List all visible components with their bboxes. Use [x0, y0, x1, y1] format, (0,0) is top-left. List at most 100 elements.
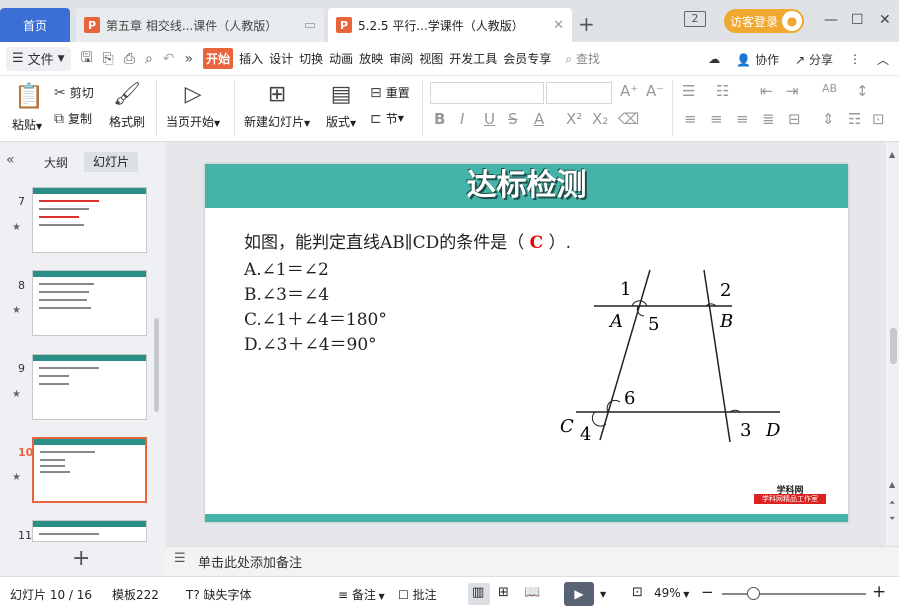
- align-right-icon[interactable]: ≡: [736, 110, 749, 128]
- fit-window-icon[interactable]: ⊡: [632, 585, 643, 600]
- slide-thumbnail-7[interactable]: [32, 187, 147, 253]
- next-slide-icon[interactable]: ⏷: [889, 514, 895, 524]
- slide-thumbnail-10[interactable]: [32, 437, 147, 503]
- reading-view-icon[interactable]: 📖: [524, 585, 540, 600]
- menu-item-start[interactable]: 开始: [203, 48, 234, 69]
- format-painter-button[interactable]: 🖌 格式刷: [109, 82, 145, 130]
- scroll-up-icon[interactable]: ▲: [889, 480, 895, 489]
- search-button[interactable]: ⌕ 查找: [565, 50, 600, 67]
- italic-icon[interactable]: I: [460, 110, 464, 128]
- minimize-icon[interactable]: —: [824, 12, 838, 28]
- export-icon[interactable]: ⎘: [103, 51, 114, 67]
- layout-label: 版式: [326, 115, 351, 129]
- section-button[interactable]: ⊏ 节 ▼: [370, 110, 404, 127]
- superscript-icon[interactable]: X²: [566, 110, 582, 128]
- share-button[interactable]: ↗ 分享: [795, 51, 833, 68]
- collapse-panel-icon[interactable]: «: [6, 152, 15, 168]
- zoom-level[interactable]: 49% ▼: [654, 586, 689, 600]
- bold-icon[interactable]: B: [434, 110, 445, 128]
- print-icon[interactable]: ⎙: [124, 51, 135, 67]
- font-name-select[interactable]: [430, 82, 544, 104]
- subscript-icon[interactable]: X₂: [592, 110, 608, 128]
- scroll-up-icon[interactable]: ▲: [889, 150, 895, 159]
- slide-sorter-icon[interactable]: ⊞: [498, 585, 509, 600]
- menu-item-view[interactable]: 视图: [419, 50, 443, 67]
- new-tab-icon[interactable]: +: [578, 12, 595, 36]
- login-button[interactable]: 访客登录 ●: [724, 9, 804, 33]
- zoom-slider[interactable]: [722, 593, 866, 595]
- paragraph-spacing-icon[interactable]: ⇕: [822, 110, 835, 128]
- chevron-up-icon[interactable]: ︿: [877, 51, 889, 68]
- template-name[interactable]: 模板222: [112, 586, 159, 603]
- layout-button[interactable]: ▤ 版式▼: [326, 82, 356, 130]
- new-slide-button[interactable]: ⊞ 新建幻灯片▼: [244, 82, 310, 130]
- thumb-line: [40, 465, 65, 467]
- align-center-icon[interactable]: ≡: [710, 110, 723, 128]
- menu-item-review[interactable]: 审阅: [389, 50, 413, 67]
- menu-item-insert[interactable]: 插入: [239, 50, 263, 67]
- play-from-current-button[interactable]: ▷ 当页开始▼: [166, 82, 220, 130]
- reset-button[interactable]: ⊟ 重置: [370, 84, 410, 101]
- tab-document-2[interactable]: P 5.2.5 平行...学课件（人教版） ✕: [328, 8, 572, 42]
- numbering-icon[interactable]: ☷: [716, 82, 729, 100]
- zoom-slider-handle[interactable]: [747, 587, 760, 600]
- font-grow-icon[interactable]: A⁺: [620, 82, 638, 100]
- save-icon[interactable]: 🖫: [81, 47, 93, 71]
- notes-placeholder[interactable]: 单击此处添加备注: [198, 552, 302, 571]
- menu-item-member[interactable]: 会员专享: [503, 50, 551, 67]
- eraser-icon[interactable]: ⌫: [618, 110, 639, 128]
- missing-font-button[interactable]: T? 缺失字体: [186, 586, 252, 603]
- cut-button[interactable]: ✂ 剪切: [54, 84, 94, 101]
- add-slide-icon[interactable]: +: [72, 546, 90, 571]
- prev-slide-icon[interactable]: ⏶: [889, 498, 895, 508]
- justify-icon[interactable]: ≣: [762, 110, 775, 128]
- more-vertical-icon[interactable]: ⋮: [849, 52, 861, 66]
- tab-outline[interactable]: 大纲: [44, 154, 68, 171]
- underline-icon[interactable]: U: [484, 110, 495, 128]
- tab-home[interactable]: 首页: [0, 8, 70, 42]
- text-box-icon[interactable]: ⊡: [872, 110, 885, 128]
- copy-button[interactable]: ⧉ 复制: [54, 110, 92, 127]
- columns-icon[interactable]: ☶: [848, 110, 861, 128]
- strikethrough-icon[interactable]: S: [508, 110, 518, 128]
- tab-document-1[interactable]: P 第五章 相交线...课件（人教版） ▭: [76, 8, 324, 42]
- menu-item-slideshow[interactable]: 放映: [359, 50, 383, 67]
- paste-button[interactable]: 📋 粘贴▼: [12, 82, 44, 133]
- window-close-icon[interactable]: ✕: [879, 12, 891, 28]
- zoom-out-icon[interactable]: −: [701, 583, 714, 601]
- zoom-in-icon[interactable]: +: [872, 582, 886, 602]
- window-count-badge[interactable]: 2: [684, 11, 706, 27]
- line-spacing-icon[interactable]: ↕: [856, 82, 869, 100]
- align-left-icon[interactable]: ≡: [684, 110, 697, 128]
- more-icon[interactable]: »: [185, 51, 194, 67]
- chevron-down-icon[interactable]: ▼: [600, 590, 606, 599]
- file-menu-button[interactable]: ☰ 文件 ▼: [6, 46, 71, 71]
- slide-thumbnail-11[interactable]: [32, 520, 147, 542]
- comments-button[interactable]: ☐ 批注: [398, 586, 437, 603]
- close-icon[interactable]: ✕: [553, 18, 564, 33]
- menu-item-design[interactable]: 设计: [269, 50, 293, 67]
- panel-scrollbar[interactable]: [154, 318, 159, 412]
- notes-button[interactable]: ≡ 备注 ▼: [338, 586, 385, 603]
- slideshow-play-button[interactable]: ▶: [564, 582, 594, 606]
- undo-icon[interactable]: ↶: [163, 51, 175, 67]
- menu-item-transition[interactable]: 切换: [299, 50, 323, 67]
- collab-button[interactable]: 👤 协作: [736, 51, 779, 68]
- slide-thumbnail-9[interactable]: [32, 354, 147, 420]
- menu-item-developer[interactable]: 开发工具: [449, 50, 497, 67]
- tab-slides[interactable]: 幻灯片: [84, 152, 138, 172]
- outdent-icon[interactable]: ⇤: [760, 82, 773, 100]
- font-size-select[interactable]: [546, 82, 612, 104]
- bullets-icon[interactable]: ☰: [682, 82, 695, 100]
- canvas-scrollbar-thumb[interactable]: [890, 328, 897, 364]
- text-direction-icon[interactable]: AB: [822, 82, 837, 95]
- font-shrink-icon[interactable]: A⁻: [646, 82, 664, 100]
- cloud-icon[interactable]: ☁: [708, 52, 720, 66]
- indent-icon[interactable]: ⇥: [786, 82, 799, 100]
- slide-thumbnail-8[interactable]: [32, 270, 147, 336]
- distribute-icon[interactable]: ⊟: [788, 110, 801, 128]
- font-color-icon[interactable]: A: [534, 110, 544, 128]
- menu-item-animation[interactable]: 动画: [329, 50, 353, 67]
- print-preview-icon[interactable]: ⌕: [145, 51, 153, 67]
- maximize-icon[interactable]: ☐: [851, 12, 864, 28]
